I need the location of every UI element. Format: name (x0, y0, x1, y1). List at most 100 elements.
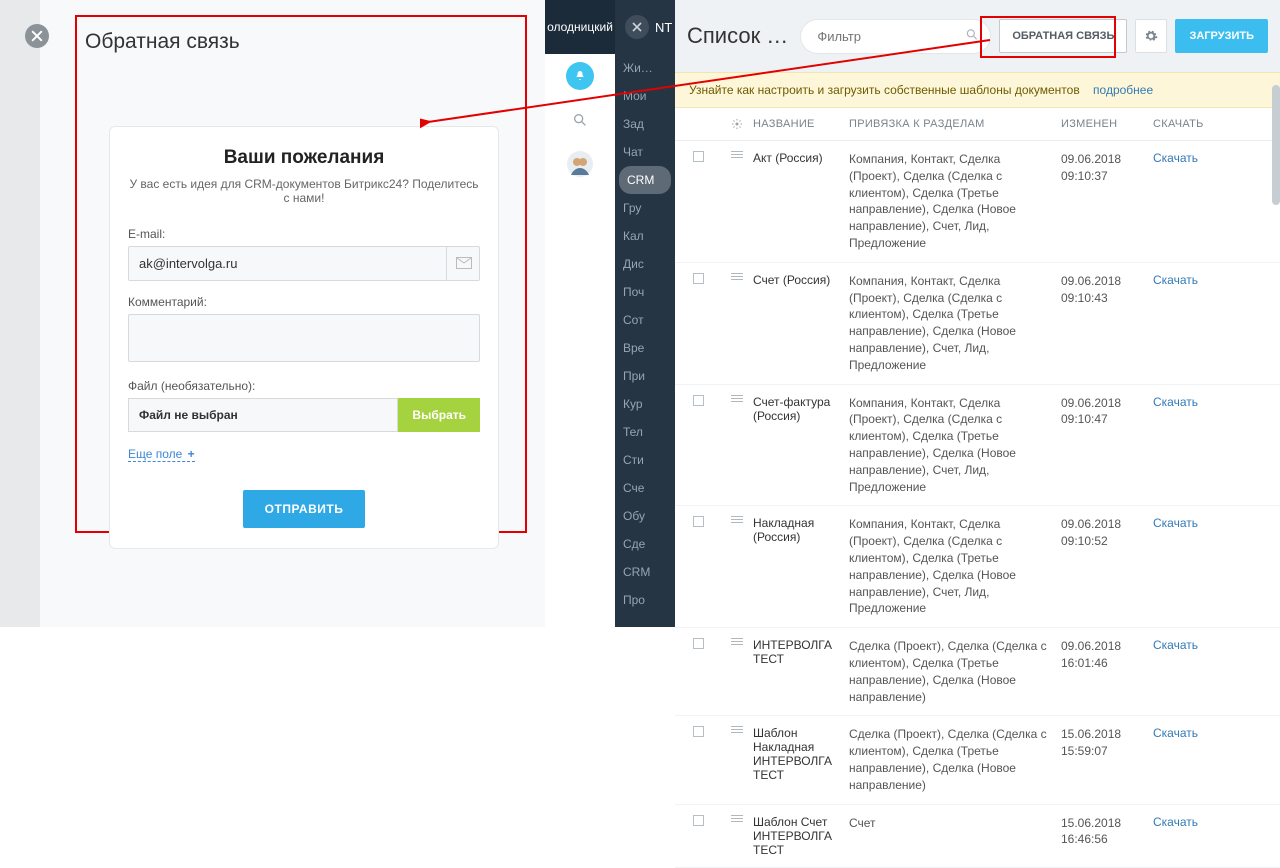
th-bind[interactable]: ПРИВЯЗКА К РАЗДЕЛАМ (849, 118, 1061, 130)
mini-sidebar-user: олодницкий (545, 0, 615, 54)
file-label: Файл (необязательно): (128, 379, 480, 393)
nav-item[interactable]: Мои (615, 82, 675, 110)
row-date: 09.06.2018 09:10:52 (1061, 516, 1153, 550)
filter-input[interactable] (800, 19, 991, 54)
plus-icon: + (184, 447, 194, 461)
nav-item[interactable]: Сче (615, 474, 675, 502)
avatar[interactable] (545, 142, 615, 186)
row-checkbox[interactable] (693, 151, 704, 162)
row-date: 09.06.2018 09:10:43 (1061, 273, 1153, 307)
send-button[interactable]: ОТПРАВИТЬ (243, 490, 366, 528)
row-drag-icon[interactable] (721, 726, 753, 733)
row-bind: Сделка (Проект), Сделка (Сделка с клиент… (849, 638, 1061, 705)
row-drag-icon[interactable] (721, 638, 753, 645)
row-bind: Компания, Контакт, Сделка (Проект), Сдел… (849, 273, 1061, 374)
scrollbar[interactable] (1272, 85, 1280, 205)
row-bind: Сделка (Проект), Сделка (Сделка с клиент… (849, 726, 1061, 793)
settings-button[interactable] (1135, 19, 1167, 53)
row-checkbox[interactable] (693, 395, 704, 406)
nav-item[interactable]: CRM (619, 166, 671, 194)
row-name: Шаблон Счет ИНТЕРВОЛГА ТЕСТ (753, 815, 849, 857)
row-bind: Компания, Контакт, Сделка (Проект), Сдел… (849, 151, 1061, 252)
mail-icon (446, 246, 480, 280)
row-name: Акт (Россия) (753, 151, 849, 165)
nav-item[interactable]: Гру (615, 194, 675, 222)
file-choose-button[interactable]: Выбрать (398, 398, 480, 432)
download-link[interactable]: Скачать (1153, 151, 1198, 165)
row-name: ИНТЕРВОЛГА ТЕСТ (753, 638, 849, 666)
file-display: Файл не выбран (128, 398, 398, 432)
upload-button[interactable]: ЗАГРУЗИТЬ (1175, 19, 1268, 53)
nav-item[interactable]: Дис (615, 250, 675, 278)
nav-item[interactable]: Жи… (615, 54, 675, 82)
row-drag-icon[interactable] (721, 151, 753, 158)
download-link[interactable]: Скачать (1153, 395, 1198, 409)
comment-label: Комментарий: (128, 295, 480, 309)
nav-item[interactable]: CRM (615, 558, 675, 586)
row-name: Счет (Россия) (753, 273, 849, 287)
nav-item[interactable]: Обу (615, 502, 675, 530)
nav-item[interactable]: Поч (615, 278, 675, 306)
row-date: 09.06.2018 09:10:47 (1061, 395, 1153, 429)
gear-icon[interactable] (721, 118, 753, 130)
documents-main: Список … ОБРАТНАЯ СВЯЗЬ ЗАГРУЗИТЬ Узнайт… (675, 0, 1280, 627)
nav-item[interactable]: Вре (615, 334, 675, 362)
row-checkbox[interactable] (693, 726, 704, 737)
more-fields-label: Еще поле (128, 447, 182, 461)
banner-text: Узнайте как настроить и загрузить собств… (689, 83, 1080, 97)
download-link[interactable]: Скачать (1153, 726, 1198, 740)
table-row: Шаблон Накладная ИНТЕРВОЛГА ТЕСТСделка (… (675, 716, 1280, 804)
nav-item[interactable]: Про (615, 586, 675, 614)
info-banner: Узнайте как настроить и загрузить собств… (675, 72, 1280, 108)
row-checkbox[interactable] (693, 638, 704, 649)
nav-item[interactable]: Кал (615, 222, 675, 250)
search-icon[interactable] (545, 98, 615, 142)
close-button-left[interactable] (25, 24, 49, 48)
row-checkbox[interactable] (693, 815, 704, 826)
nav-item[interactable]: Кур (615, 390, 675, 418)
row-checkbox[interactable] (693, 516, 704, 527)
nav-item[interactable]: Зад (615, 110, 675, 138)
main-nav: NT Жи…МоиЗадЧатCRMГруКалДисПочСотВреПриК… (615, 0, 675, 627)
nav-item[interactable]: Сти (615, 446, 675, 474)
row-name: Накладная (Россия) (753, 516, 849, 544)
download-link[interactable]: Скачать (1153, 516, 1198, 530)
row-date: 15.06.2018 16:46:56 (1061, 815, 1153, 849)
row-checkbox[interactable] (693, 273, 704, 284)
table-row: Акт (Россия)Компания, Контакт, Сделка (П… (675, 141, 1280, 263)
download-link[interactable]: Скачать (1153, 815, 1198, 829)
close-button-right[interactable] (625, 15, 649, 39)
more-fields-link[interactable]: Еще поле + (128, 447, 195, 462)
row-bind: Компания, Контакт, Сделка (Проект), Сдел… (849, 395, 1061, 496)
row-drag-icon[interactable] (721, 395, 753, 402)
nav-item[interactable]: При (615, 362, 675, 390)
banner-more-link[interactable]: подробнее (1093, 83, 1153, 97)
form-headline: Ваши пожелания (128, 147, 480, 169)
nav-item[interactable]: Сот (615, 306, 675, 334)
download-link[interactable]: Скачать (1153, 638, 1198, 652)
feedback-button[interactable]: ОБРАТНАЯ СВЯЗЬ (999, 19, 1127, 53)
download-link[interactable]: Скачать (1153, 273, 1198, 287)
table-row: ИНТЕРВОЛГА ТЕСТСделка (Проект), Сделка (… (675, 628, 1280, 716)
th-download[interactable]: СКАЧАТЬ (1153, 118, 1233, 130)
page-title: Список … (687, 23, 788, 49)
nav-item[interactable]: Тел (615, 418, 675, 446)
th-name[interactable]: НАЗВАНИЕ (753, 118, 849, 130)
th-date[interactable]: ИЗМЕНЕН (1061, 118, 1153, 130)
close-icon (31, 30, 43, 42)
nav-item[interactable]: Сде (615, 530, 675, 558)
email-field[interactable] (128, 246, 480, 281)
comment-field[interactable] (128, 314, 480, 362)
table-row: Шаблон Счет ИНТЕРВОЛГА ТЕСТСчет15.06.201… (675, 805, 1280, 868)
close-icon (632, 22, 642, 32)
bell-icon[interactable] (545, 54, 615, 98)
feedback-panel: Обратная связь Ваши пожелания У вас есть… (0, 0, 615, 627)
row-drag-icon[interactable] (721, 273, 753, 280)
row-drag-icon[interactable] (721, 815, 753, 822)
nav-item[interactable]: Чат (615, 138, 675, 166)
left-sidebar-strip (0, 0, 40, 627)
row-drag-icon[interactable] (721, 516, 753, 523)
table-row: Счет-фактура (Россия)Компания, Контакт, … (675, 385, 1280, 507)
search-icon (965, 28, 979, 45)
row-name: Счет-фактура (Россия) (753, 395, 849, 423)
